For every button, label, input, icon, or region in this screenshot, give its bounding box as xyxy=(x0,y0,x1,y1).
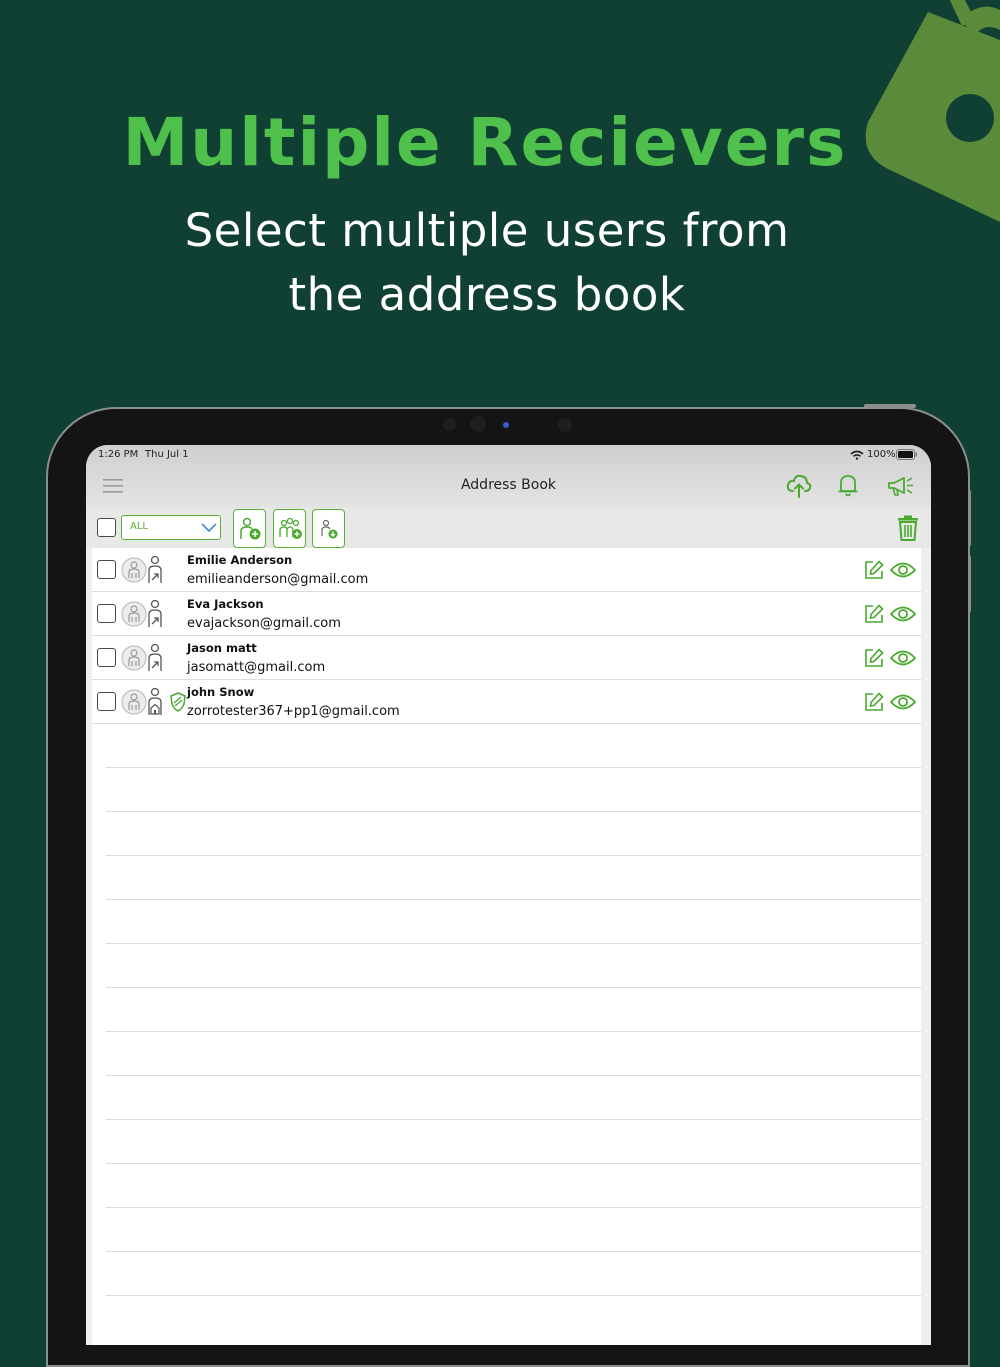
empty-row-divider xyxy=(106,1207,921,1208)
contact-row[interactable]: Eva Jackson evajackson@gmail.com xyxy=(92,592,921,636)
contact-checkbox[interactable] xyxy=(97,648,116,667)
avatar-icon xyxy=(121,557,147,583)
address-toolbar: ALL xyxy=(86,508,931,548)
list-gutter-right xyxy=(921,548,931,1345)
empty-row-divider xyxy=(106,767,921,768)
empty-row-divider xyxy=(106,811,921,812)
import-contact-icon xyxy=(321,519,338,539)
contact-email: jasomatt@gmail.com xyxy=(187,660,326,675)
view-icon[interactable] xyxy=(890,605,916,623)
promo-title: Multiple Recievers xyxy=(122,104,848,181)
contact-name: Emilie Anderson xyxy=(187,553,293,567)
empty-row-divider xyxy=(106,899,921,900)
avatar-icon xyxy=(121,601,147,627)
select-all-checkbox[interactable] xyxy=(97,518,116,537)
status-time: 1:26 PM xyxy=(98,449,139,460)
contact-type-icon xyxy=(148,556,162,583)
filter-dropdown[interactable]: ALL xyxy=(121,515,221,540)
empty-row-divider xyxy=(106,987,921,988)
contact-home-icon xyxy=(148,688,162,715)
empty-row-divider xyxy=(106,1251,921,1252)
camera-sensor-2 xyxy=(558,418,572,432)
chevron-down-icon xyxy=(201,523,217,533)
promo-subtitle-line-1: Select multiple users from xyxy=(184,204,790,257)
contact-type-icon xyxy=(148,600,162,627)
view-icon[interactable] xyxy=(890,649,916,667)
contact-name: john Snow xyxy=(187,685,255,699)
verified-shield-icon xyxy=(170,692,186,712)
device-top-button xyxy=(864,404,916,408)
contact-checkbox[interactable] xyxy=(97,692,116,711)
camera-indicator xyxy=(503,422,509,428)
contact-type-icon xyxy=(148,644,162,671)
wifi-icon xyxy=(850,450,864,460)
empty-row-divider xyxy=(106,1295,921,1296)
battery-icon xyxy=(896,449,917,460)
trash-icon[interactable] xyxy=(897,515,919,541)
view-icon[interactable] xyxy=(890,561,916,579)
avatar-icon xyxy=(121,689,147,715)
add-group-button[interactable] xyxy=(273,509,306,548)
avatar-icon xyxy=(121,645,147,671)
add-group-icon xyxy=(279,517,302,539)
empty-row-divider xyxy=(106,1031,921,1032)
bell-icon[interactable] xyxy=(837,473,859,497)
contact-email: evajackson@gmail.com xyxy=(187,616,341,631)
contact-row[interactable]: Emilie Anderson emilieanderson@gmail.com xyxy=(92,548,921,592)
camera-lens xyxy=(470,416,486,432)
add-user-button[interactable] xyxy=(233,509,266,548)
empty-row-divider xyxy=(106,943,921,944)
contact-email: emilieanderson@gmail.com xyxy=(187,572,369,587)
edit-icon[interactable] xyxy=(864,560,884,580)
app-screen: 1:26 PM Thu Jul 1 100% Address Book ALL … xyxy=(86,445,931,1345)
add-user-icon xyxy=(240,517,261,540)
megaphone-icon[interactable] xyxy=(887,475,915,497)
contact-name: Eva Jackson xyxy=(187,597,264,611)
view-icon[interactable] xyxy=(890,693,916,711)
cloud-upload-icon[interactable] xyxy=(786,473,812,499)
empty-row-divider xyxy=(106,1075,921,1076)
device-volume-down xyxy=(968,556,971,612)
filter-value: ALL xyxy=(130,521,148,532)
navigation-bar: 1:26 PM Thu Jul 1 100% Address Book xyxy=(86,445,931,508)
status-date: Thu Jul 1 xyxy=(145,449,189,460)
edit-icon[interactable] xyxy=(864,648,884,668)
contact-email: zorrotester367+pp1@gmail.com xyxy=(187,704,400,719)
device-volume-up xyxy=(968,490,971,546)
import-contact-button[interactable] xyxy=(312,509,345,548)
empty-row-divider xyxy=(106,855,921,856)
camera-sensor xyxy=(443,418,456,431)
contact-row[interactable]: Jason matt jasomatt@gmail.com xyxy=(92,636,921,680)
contact-checkbox[interactable] xyxy=(97,604,116,623)
contact-row[interactable]: john Snow zorrotester367+pp1@gmail.com xyxy=(92,680,921,724)
padlock-icon xyxy=(865,0,1000,222)
edit-icon[interactable] xyxy=(864,604,884,624)
battery-percent: 100% xyxy=(867,449,896,460)
empty-row-divider xyxy=(106,1119,921,1120)
contact-list: Emilie Anderson emilieanderson@gmail.com xyxy=(92,548,921,1345)
contact-checkbox[interactable] xyxy=(97,560,116,579)
edit-icon[interactable] xyxy=(864,692,884,712)
contact-name: Jason matt xyxy=(187,641,257,655)
empty-row-divider xyxy=(106,1163,921,1164)
promo-subtitle-line-2: the address book xyxy=(288,268,686,321)
